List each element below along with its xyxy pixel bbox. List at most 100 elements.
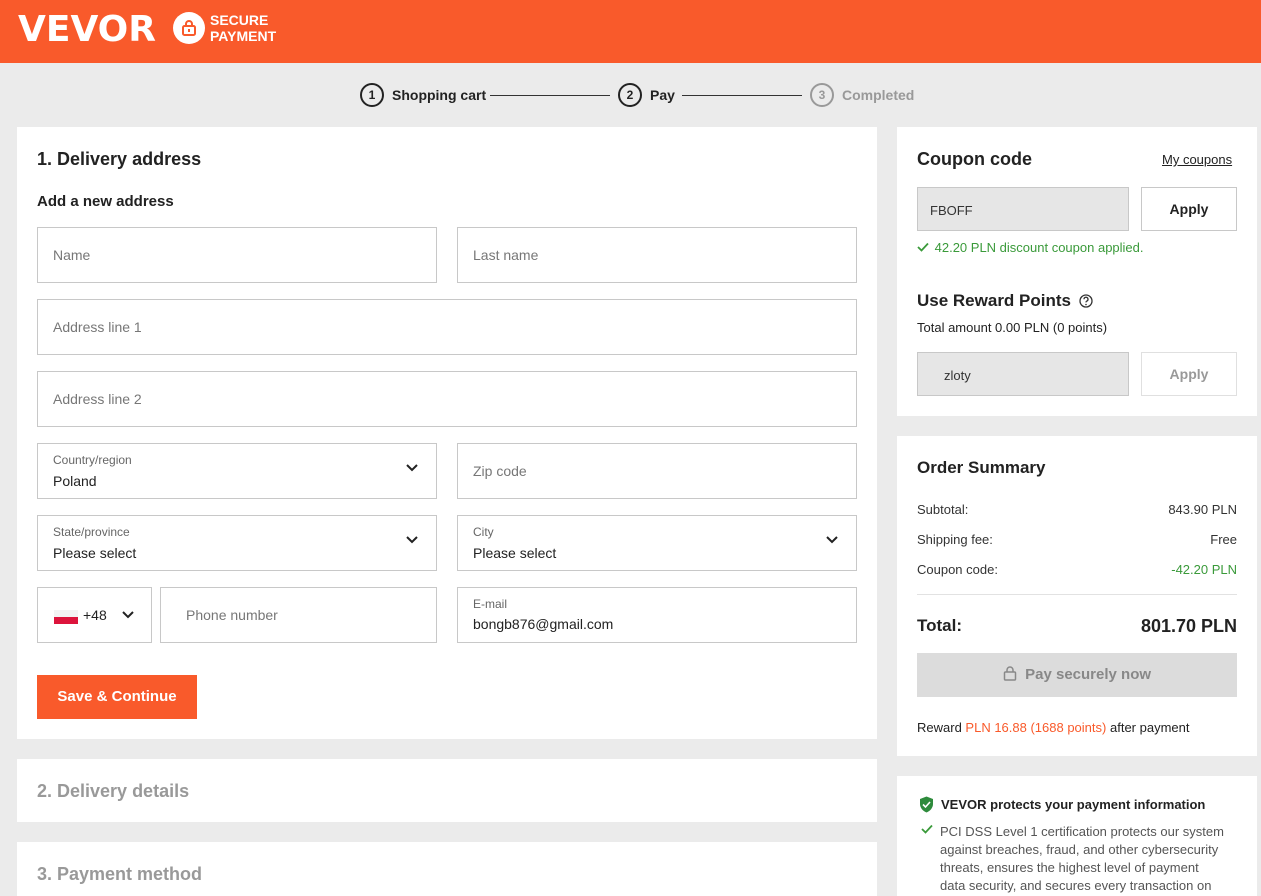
chevron-down-icon xyxy=(406,464,418,472)
step-3-label: Completed xyxy=(842,87,915,103)
phone-number-field[interactable]: Phone number xyxy=(160,587,437,643)
step-2-label: Pay xyxy=(650,87,675,103)
order-summary-title: Order Summary xyxy=(917,458,1046,477)
phone-country-code-select[interactable]: +48 xyxy=(37,587,152,643)
total-label: Total: xyxy=(917,616,963,635)
coupon-code-title: Coupon code xyxy=(917,149,1032,169)
subtotal-value: 843.90 PLN xyxy=(1168,502,1237,517)
country-value: Poland xyxy=(53,473,97,489)
vevor-logo[interactable]: VEVOR xyxy=(18,9,156,50)
coupon-discount-value: -42.20 PLN xyxy=(1171,562,1237,577)
shipping-row: Shipping fee: Free xyxy=(917,532,1237,547)
shield-check-icon xyxy=(920,796,933,813)
step-1-number: 1 xyxy=(360,83,384,107)
my-coupons-link[interactable]: My coupons xyxy=(1162,152,1232,167)
address-line-1-placeholder: Address line 1 xyxy=(53,319,142,335)
reward-suffix: after payment xyxy=(1109,720,1190,735)
save-continue-button[interactable]: Save & Continue xyxy=(37,675,197,719)
state-select[interactable]: State/province Please select xyxy=(37,515,437,571)
email-value: bongb876@gmail.com xyxy=(473,616,614,632)
email-label: E-mail xyxy=(473,597,508,611)
address-line-1-field[interactable]: Address line 1 xyxy=(37,299,857,355)
coupon-applied-message: 42.20 PLN discount coupon applied. xyxy=(917,240,1144,255)
city-select[interactable]: City Please select xyxy=(457,515,857,571)
protection-title: VEVOR protects your payment information xyxy=(941,797,1206,812)
email-field[interactable]: E-mail bongb876@gmail.com xyxy=(457,587,857,643)
total-value: 801.70 PLN xyxy=(1140,616,1237,636)
lock-badge-icon xyxy=(173,12,205,44)
help-icon[interactable] xyxy=(1079,294,1093,308)
checkmark-icon xyxy=(917,242,929,252)
coupon-code-value: FBOFF xyxy=(930,203,973,218)
protection-description: PCI DSS Level 1 certification protects o… xyxy=(940,823,1224,895)
last-name-placeholder: Last name xyxy=(473,247,539,263)
add-address-subtitle: Add a new address xyxy=(37,193,174,210)
checkout-steps: 1 Shopping cart 2 Pay 3 Completed xyxy=(0,83,1261,109)
protection-line-2: against breaches, fraud, and other cyber… xyxy=(940,842,1219,857)
coupon-reward-card: Coupon code My coupons FBOFF Apply 42.20… xyxy=(897,127,1257,416)
country-label: Country/region xyxy=(53,453,132,467)
phone-code-value: +48 xyxy=(83,607,107,623)
shipping-label: Shipping fee: xyxy=(917,532,993,547)
payment-protection-card: VEVOR protects your payment information … xyxy=(897,776,1257,896)
subtotal-row: Subtotal: 843.90 PLN xyxy=(917,502,1237,517)
phone-number-placeholder: Phone number xyxy=(186,607,278,623)
address-line-2-field[interactable]: Address line 2 xyxy=(37,371,857,427)
coupon-code-input[interactable]: FBOFF xyxy=(917,187,1129,231)
step-2-number: 2 xyxy=(618,83,642,107)
reward-total-amount: Total amount 0.00 PLN (0 points) xyxy=(917,320,1108,335)
delivery-address-card: 1. Delivery address Add a new address Na… xyxy=(17,127,877,739)
lock-icon xyxy=(1003,666,1017,681)
coupon-apply-button[interactable]: Apply xyxy=(1141,187,1237,231)
coupon-discount-row: Coupon code: -42.20 PLN xyxy=(917,562,1237,577)
step-1-label: Shopping cart xyxy=(392,87,487,103)
coupon-applied-text: 42.20 PLN discount coupon applied. xyxy=(934,240,1144,255)
payment-method-title: 3. Payment method xyxy=(37,864,203,884)
step-connector-2 xyxy=(682,95,802,96)
address-line-2-placeholder: Address line 2 xyxy=(53,391,142,407)
country-select[interactable]: Country/region Poland xyxy=(37,443,437,499)
secure-line-1: SECURE xyxy=(210,12,269,28)
coupon-discount-label: Coupon code: xyxy=(917,562,998,577)
checkmark-icon xyxy=(921,824,933,834)
zip-code-placeholder: Zip code xyxy=(473,463,527,479)
reward-points-title: Use Reward Points xyxy=(917,291,1071,310)
subtotal-label: Subtotal: xyxy=(917,502,969,517)
state-value: Please select xyxy=(53,545,137,561)
chevron-down-icon xyxy=(122,611,134,619)
city-value: Please select xyxy=(473,545,557,561)
reward-after-payment: Reward PLN 16.88 (1688 points) after pay… xyxy=(917,720,1189,735)
zip-code-field[interactable]: Zip code xyxy=(457,443,857,499)
reward-prefix: Reward xyxy=(917,720,962,735)
secure-line-2: PAYMENT xyxy=(210,28,277,44)
shipping-value: Free xyxy=(1210,532,1237,547)
delivery-details-title: 2. Delivery details xyxy=(37,781,190,801)
delivery-details-section[interactable]: 2. Delivery details xyxy=(17,759,877,822)
reward-apply-button[interactable]: Apply xyxy=(1141,352,1237,396)
reward-input-value: zloty xyxy=(944,368,971,383)
poland-flag-icon xyxy=(54,610,78,624)
last-name-field[interactable]: Last name xyxy=(457,227,857,283)
reward-amount: PLN 16.88 (1688 points) xyxy=(965,720,1107,735)
pay-button-label: Pay securely now xyxy=(1025,666,1152,683)
secure-payment-label: SECURE PAYMENT xyxy=(210,12,276,44)
state-label: State/province xyxy=(53,525,130,539)
city-label: City xyxy=(473,525,494,539)
step-connector-1 xyxy=(490,95,610,96)
reward-points-input[interactable]: zloty xyxy=(917,352,1129,396)
top-header: VEVOR SECURE PAYMENT xyxy=(0,0,1261,63)
total-row: Total: 801.70 PLN xyxy=(917,616,1237,636)
protection-line-3: threats, ensures the highest level of pa… xyxy=(940,860,1199,875)
chevron-down-icon xyxy=(826,536,838,544)
protection-line-1: PCI DSS Level 1 certification protects o… xyxy=(940,824,1224,839)
first-name-placeholder: Name xyxy=(53,247,91,263)
first-name-field[interactable]: Name xyxy=(37,227,437,283)
pay-securely-button[interactable]: Pay securely now xyxy=(917,653,1237,697)
chevron-down-icon xyxy=(406,536,418,544)
protection-line-4: data security, and secures every transac… xyxy=(940,878,1212,893)
delivery-address-title: 1. Delivery address xyxy=(37,149,202,169)
payment-method-section[interactable]: 3. Payment method xyxy=(17,842,877,896)
step-3-number: 3 xyxy=(810,83,834,107)
summary-divider xyxy=(917,594,1237,595)
order-summary-card: Order Summary Subtotal: 843.90 PLN Shipp… xyxy=(897,436,1257,756)
